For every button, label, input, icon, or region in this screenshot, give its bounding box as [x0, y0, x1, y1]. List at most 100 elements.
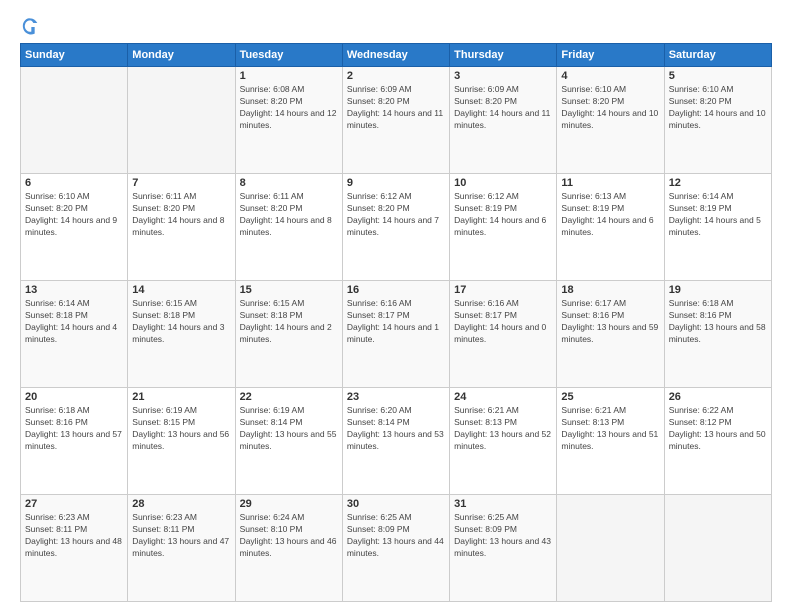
day-number: 26	[669, 391, 767, 403]
header-day-monday: Monday	[128, 44, 235, 67]
header-day-sunday: Sunday	[21, 44, 128, 67]
day-info: Sunrise: 6:23 AMSunset: 8:11 PMDaylight:…	[25, 512, 123, 560]
page: SundayMondayTuesdayWednesdayThursdayFrid…	[0, 0, 792, 612]
day-number: 18	[561, 284, 659, 296]
calendar-cell: 27 Sunrise: 6:23 AMSunset: 8:11 PMDayligh…	[21, 495, 128, 602]
day-info: Sunrise: 6:21 AMSunset: 8:13 PMDaylight:…	[561, 405, 659, 453]
calendar-cell: 30 Sunrise: 6:25 AMSunset: 8:09 PMDayligh…	[342, 495, 449, 602]
day-number: 8	[240, 177, 338, 189]
calendar-cell: 6Sunrise: 6:10 AMSunset: 8:20 PMDaylight…	[21, 174, 128, 281]
day-number: 12	[669, 177, 767, 189]
day-info: Sunrise: 6:25 AMSunset: 8:09 PMDaylight:…	[454, 512, 552, 560]
day-number: 4	[561, 70, 659, 82]
calendar-cell: 1Sunrise: 6:08 AMSunset: 8:20 PMDaylight…	[235, 67, 342, 174]
calendar: SundayMondayTuesdayWednesdayThursdayFrid…	[20, 43, 772, 602]
calendar-cell	[21, 67, 128, 174]
calendar-cell	[664, 495, 771, 602]
day-number: 23	[347, 391, 445, 403]
day-number: 3	[454, 70, 552, 82]
header-day-wednesday: Wednesday	[342, 44, 449, 67]
day-number: 30	[347, 498, 445, 510]
day-info: Sunrise: 6:13 AMSunset: 8:19 PMDaylight:…	[561, 191, 659, 239]
day-number: 27	[25, 498, 123, 510]
day-number: 7	[132, 177, 230, 189]
day-number: 22	[240, 391, 338, 403]
day-info: Sunrise: 6:20 AMSunset: 8:14 PMDaylight:…	[347, 405, 445, 453]
header-day-tuesday: Tuesday	[235, 44, 342, 67]
calendar-cell: 17 Sunrise: 6:16 AMSunset: 8:17 PMDayligh…	[450, 281, 557, 388]
calendar-cell: 24 Sunrise: 6:21 AMSunset: 8:13 PMDayligh…	[450, 388, 557, 495]
day-number: 24	[454, 391, 552, 403]
day-info: Sunrise: 6:08 AMSunset: 8:20 PMDaylight:…	[240, 84, 338, 132]
calendar-cell: 9Sunrise: 6:12 AMSunset: 8:20 PMDaylight…	[342, 174, 449, 281]
day-info: Sunrise: 6:09 AMSunset: 8:20 PMDaylight:…	[454, 84, 552, 132]
day-info: Sunrise: 6:25 AMSunset: 8:09 PMDaylight:…	[347, 512, 445, 560]
day-info: Sunrise: 6:18 AMSunset: 8:16 PMDaylight:…	[669, 298, 767, 346]
day-number: 2	[347, 70, 445, 82]
day-number: 19	[669, 284, 767, 296]
day-info: Sunrise: 6:15 AMSunset: 8:18 PMDaylight:…	[132, 298, 230, 346]
day-number: 10	[454, 177, 552, 189]
day-number: 29	[240, 498, 338, 510]
day-info: Sunrise: 6:11 AMSunset: 8:20 PMDaylight:…	[240, 191, 338, 239]
header-day-saturday: Saturday	[664, 44, 771, 67]
day-info: Sunrise: 6:15 AMSunset: 8:18 PMDaylight:…	[240, 298, 338, 346]
calendar-cell: 7 Sunrise: 6:11 AMSunset: 8:20 PMDaylight…	[128, 174, 235, 281]
calendar-header-row: SundayMondayTuesdayWednesdayThursdayFrid…	[21, 44, 772, 67]
calendar-cell: 2 Sunrise: 6:09 AMSunset: 8:20 PMDaylight…	[342, 67, 449, 174]
logo-icon	[20, 15, 40, 35]
day-number: 17	[454, 284, 552, 296]
calendar-cell: 23 Sunrise: 6:20 AMSunset: 8:14 PMDayligh…	[342, 388, 449, 495]
week-row-2: 13Sunrise: 6:14 AMSunset: 8:18 PMDayligh…	[21, 281, 772, 388]
day-number: 20	[25, 391, 123, 403]
calendar-cell: 16Sunrise: 6:16 AMSunset: 8:17 PMDayligh…	[342, 281, 449, 388]
day-info: Sunrise: 6:23 AMSunset: 8:11 PMDaylight:…	[132, 512, 230, 560]
day-number: 28	[132, 498, 230, 510]
day-number: 14	[132, 284, 230, 296]
week-row-3: 20Sunrise: 6:18 AMSunset: 8:16 PMDayligh…	[21, 388, 772, 495]
day-info: Sunrise: 6:19 AMSunset: 8:14 PMDaylight:…	[240, 405, 338, 453]
week-row-0: 1Sunrise: 6:08 AMSunset: 8:20 PMDaylight…	[21, 67, 772, 174]
calendar-cell: 12 Sunrise: 6:14 AMSunset: 8:19 PMDayligh…	[664, 174, 771, 281]
calendar-cell: 19 Sunrise: 6:18 AMSunset: 8:16 PMDayligh…	[664, 281, 771, 388]
day-number: 5	[669, 70, 767, 82]
day-number: 15	[240, 284, 338, 296]
header-day-thursday: Thursday	[450, 44, 557, 67]
day-number: 9	[347, 177, 445, 189]
calendar-cell: 20Sunrise: 6:18 AMSunset: 8:16 PMDayligh…	[21, 388, 128, 495]
calendar-cell: 18 Sunrise: 6:17 AMSunset: 8:16 PMDayligh…	[557, 281, 664, 388]
day-info: Sunrise: 6:11 AMSunset: 8:20 PMDaylight:…	[132, 191, 230, 239]
calendar-cell: 8 Sunrise: 6:11 AMSunset: 8:20 PMDaylight…	[235, 174, 342, 281]
calendar-cell: 25 Sunrise: 6:21 AMSunset: 8:13 PMDayligh…	[557, 388, 664, 495]
day-info: Sunrise: 6:22 AMSunset: 8:12 PMDaylight:…	[669, 405, 767, 453]
calendar-cell: 14 Sunrise: 6:15 AMSunset: 8:18 PMDayligh…	[128, 281, 235, 388]
day-number: 13	[25, 284, 123, 296]
calendar-cell	[557, 495, 664, 602]
header	[20, 15, 772, 35]
calendar-cell: 4Sunrise: 6:10 AMSunset: 8:20 PMDaylight…	[557, 67, 664, 174]
header-day-friday: Friday	[557, 44, 664, 67]
week-row-4: 27 Sunrise: 6:23 AMSunset: 8:11 PMDayligh…	[21, 495, 772, 602]
day-info: Sunrise: 6:10 AMSunset: 8:20 PMDaylight:…	[669, 84, 767, 132]
calendar-cell	[128, 67, 235, 174]
day-number: 25	[561, 391, 659, 403]
day-info: Sunrise: 6:09 AMSunset: 8:20 PMDaylight:…	[347, 84, 445, 132]
day-info: Sunrise: 6:17 AMSunset: 8:16 PMDaylight:…	[561, 298, 659, 346]
week-row-1: 6Sunrise: 6:10 AMSunset: 8:20 PMDaylight…	[21, 174, 772, 281]
day-number: 11	[561, 177, 659, 189]
day-info: Sunrise: 6:19 AMSunset: 8:15 PMDaylight:…	[132, 405, 230, 453]
day-info: Sunrise: 6:16 AMSunset: 8:17 PMDaylight:…	[347, 298, 445, 346]
day-info: Sunrise: 6:21 AMSunset: 8:13 PMDaylight:…	[454, 405, 552, 453]
calendar-cell: 28 Sunrise: 6:23 AMSunset: 8:11 PMDayligh…	[128, 495, 235, 602]
day-info: Sunrise: 6:16 AMSunset: 8:17 PMDaylight:…	[454, 298, 552, 346]
calendar-cell: 10Sunrise: 6:12 AMSunset: 8:19 PMDayligh…	[450, 174, 557, 281]
day-number: 21	[132, 391, 230, 403]
day-info: Sunrise: 6:14 AMSunset: 8:19 PMDaylight:…	[669, 191, 767, 239]
calendar-cell: 31 Sunrise: 6:25 AMSunset: 8:09 PMDayligh…	[450, 495, 557, 602]
day-info: Sunrise: 6:10 AMSunset: 8:20 PMDaylight:…	[25, 191, 123, 239]
calendar-cell: 15 Sunrise: 6:15 AMSunset: 8:18 PMDayligh…	[235, 281, 342, 388]
day-number: 31	[454, 498, 552, 510]
calendar-cell: 22 Sunrise: 6:19 AMSunset: 8:14 PMDayligh…	[235, 388, 342, 495]
calendar-cell: 21 Sunrise: 6:19 AMSunset: 8:15 PMDayligh…	[128, 388, 235, 495]
calendar-cell: 26 Sunrise: 6:22 AMSunset: 8:12 PMDayligh…	[664, 388, 771, 495]
